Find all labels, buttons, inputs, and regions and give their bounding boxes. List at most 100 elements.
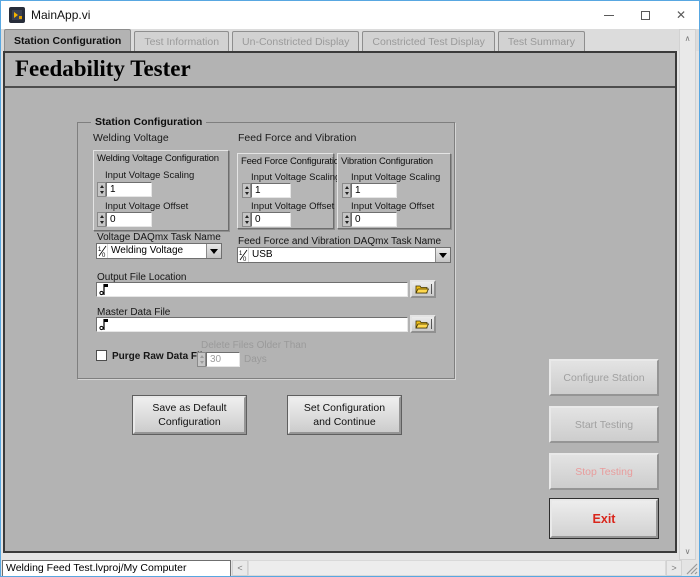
delete-days-input[interactable] [206, 352, 240, 367]
front-panel: Feedability Tester Station Configuration… [3, 51, 677, 553]
voltage-daqmx-task-combo[interactable]: 10 Welding Voltage [96, 243, 222, 259]
resize-grip-icon[interactable] [685, 562, 698, 575]
tab-test-information[interactable]: Test Information [134, 31, 230, 51]
feed-force-scaling-input[interactable] [251, 183, 291, 198]
master-data-file-browse-button[interactable] [410, 315, 436, 333]
voltage-task-value: Welding Voltage [111, 245, 184, 256]
spinner-buttons[interactable] [242, 212, 251, 227]
exit-button[interactable]: Exit [550, 499, 658, 538]
spinner-down-icon [98, 220, 105, 227]
minimize-icon [604, 14, 614, 16]
scroll-up-icon: ∧ [684, 33, 691, 43]
spinner-down-icon [243, 191, 250, 198]
input-voltage-scaling-label: Input Voltage Scaling [351, 172, 441, 183]
dropdown-arrow-icon[interactable] [206, 244, 221, 258]
output-file-browse-button[interactable] [410, 280, 436, 298]
scroll-left-icon: < [237, 563, 243, 573]
start-testing-button[interactable]: Start Testing [549, 406, 659, 443]
tab-unconstricted-display[interactable]: Un-Constricted Display [232, 31, 360, 51]
spinner-buttons[interactable] [342, 183, 351, 198]
welding-scaling-control [97, 182, 152, 197]
input-voltage-scaling-label: Input Voltage Scaling [105, 170, 195, 181]
vibration-scaling-control [342, 183, 397, 198]
scroll-down-icon: ∨ [684, 546, 691, 556]
scroll-left-button[interactable]: < [232, 560, 248, 576]
svg-text:0: 0 [102, 253, 106, 257]
spinner-down-icon [343, 191, 350, 198]
cluster-title: Vibration Configuration [341, 156, 433, 167]
vibration-offset-input[interactable] [351, 212, 397, 227]
horizontal-scrollbar-track[interactable] [248, 560, 666, 576]
days-unit-label: Days [244, 354, 267, 365]
io-glyph-icon: 10 [97, 244, 108, 258]
tab-strip: Station Configuration Test Information U… [1, 29, 699, 51]
welding-offset-input[interactable] [106, 212, 152, 227]
welding-voltage-label: Welding Voltage [93, 132, 169, 144]
dropdown-arrow-icon[interactable] [435, 248, 450, 262]
group-label: Station Configuration [91, 116, 207, 128]
feed-force-scaling-control [242, 183, 291, 198]
spinner-down-icon [198, 360, 205, 367]
scroll-right-icon: > [671, 563, 677, 573]
welding-offset-control [97, 212, 152, 227]
browse-divider [430, 319, 432, 329]
button-label-line2: and Continue [313, 416, 376, 428]
ffv-task-value: USB [252, 249, 273, 260]
tab-test-summary[interactable]: Test Summary [497, 31, 585, 51]
labview-vi-icon [9, 7, 25, 23]
cluster-title: Welding Voltage Configuration [97, 153, 219, 164]
input-voltage-offset-label: Input Voltage Offset [105, 201, 189, 212]
minimize-button[interactable] [591, 1, 627, 29]
voltage-daqmx-task-label: Voltage DAQmx Task Name [97, 232, 221, 243]
vibration-offset-control [342, 212, 397, 227]
maximize-button[interactable] [627, 1, 663, 29]
folder-browse-icon [414, 285, 429, 294]
station-configuration-group: Station Configuration Welding Voltage We… [77, 116, 455, 379]
spinner-buttons[interactable] [197, 352, 206, 367]
ffv-daqmx-task-combo[interactable]: 10 USB [237, 247, 451, 263]
svg-text:0: 0 [243, 257, 247, 261]
scroll-down-button[interactable]: ∨ [680, 543, 695, 559]
vertical-scrollbar[interactable]: ∧ ∨ [679, 29, 696, 560]
path-glyph-icon [99, 319, 108, 331]
spinner-down-icon [98, 190, 105, 197]
execution-target-selector[interactable]: Welding Feed Test.lvproj/My Computer [2, 560, 231, 576]
spinner-buttons[interactable] [97, 212, 106, 227]
welding-scaling-input[interactable] [106, 182, 152, 197]
input-voltage-scaling-label: Input Voltage Scaling [251, 172, 341, 183]
welding-voltage-configuration-cluster: Welding Voltage Configuration Input Volt… [93, 150, 229, 231]
set-configuration-continue-button[interactable]: Set Configuration and Continue [288, 396, 401, 434]
cluster-title: Feed Force Configuration [241, 156, 344, 167]
spinner-buttons[interactable] [342, 212, 351, 227]
stop-testing-button[interactable]: Stop Testing [549, 453, 659, 490]
tab-station-configuration[interactable]: Station Configuration [4, 29, 132, 51]
page-title: Feedability Tester [15, 56, 191, 81]
vibration-scaling-input[interactable] [351, 183, 397, 198]
button-label-line2: Configuration [158, 416, 221, 428]
banner: Feedability Tester [5, 53, 675, 88]
tab-constricted-test-display[interactable]: Constricted Test Display [362, 31, 495, 51]
window-title: MainApp.vi [31, 8, 91, 22]
configure-station-button[interactable]: Configure Station [549, 359, 659, 396]
button-label-line1: Set Configuration [303, 401, 386, 414]
delete-files-older-label: Delete Files Older Than [201, 340, 307, 351]
ffv-daqmx-task-label: Feed Force and Vibration DAQmx Task Name [238, 236, 442, 247]
close-icon: ✕ [675, 8, 687, 22]
output-file-location-input[interactable] [96, 282, 408, 297]
folder-browse-icon [414, 320, 429, 329]
close-button[interactable]: ✕ [663, 1, 699, 29]
purge-raw-data-checkbox[interactable] [96, 350, 107, 361]
scroll-up-button[interactable]: ∧ [680, 30, 695, 46]
browse-divider [430, 284, 432, 294]
scroll-right-button[interactable]: > [666, 560, 682, 576]
feed-force-configuration-cluster: Feed Force Configuration Input Voltage S… [237, 153, 344, 229]
spinner-down-icon [343, 220, 350, 227]
vibration-configuration-cluster: Vibration Configuration Input Voltage Sc… [337, 153, 451, 229]
master-data-file-input[interactable] [96, 317, 408, 332]
spinner-buttons[interactable] [242, 183, 251, 198]
spinner-buttons[interactable] [97, 182, 106, 197]
save-default-configuration-button[interactable]: Save as Default Configuration [133, 396, 246, 434]
feed-force-offset-input[interactable] [251, 212, 291, 227]
titlebar: MainApp.vi ✕ [1, 1, 699, 29]
maximize-icon [640, 10, 650, 20]
